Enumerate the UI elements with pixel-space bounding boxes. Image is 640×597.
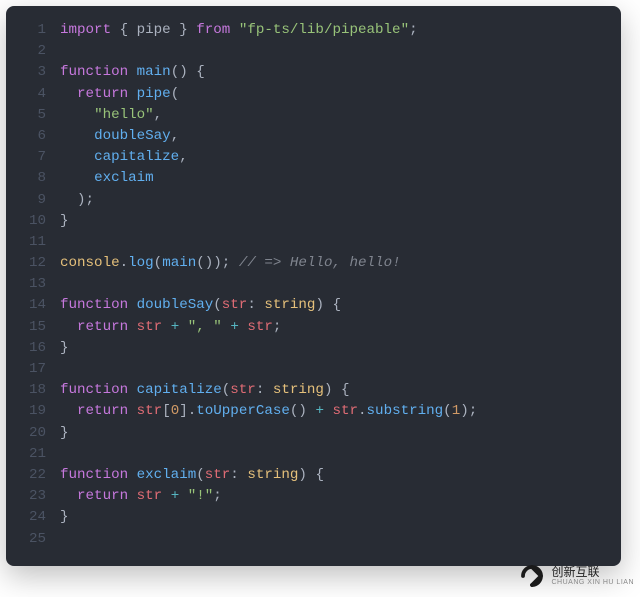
line-number: 9	[6, 190, 60, 211]
code-content: }	[60, 423, 621, 444]
line-number: 3	[6, 62, 60, 83]
code-line: 3function main() {	[6, 62, 621, 83]
watermark-text: 创新互联 CHUANG XIN HU LIAN	[551, 566, 634, 586]
line-number: 14	[6, 295, 60, 316]
code-line: 23 return str + "!";	[6, 486, 621, 507]
line-number: 13	[6, 274, 60, 295]
line-number: 15	[6, 317, 60, 338]
code-content: exclaim	[60, 168, 621, 189]
code-editor: 1import { pipe } from "fp-ts/lib/pipeabl…	[6, 6, 621, 566]
line-number: 4	[6, 84, 60, 105]
code-content: return str + "!";	[60, 486, 621, 507]
code-line: 6 doubleSay,	[6, 126, 621, 147]
line-number: 19	[6, 401, 60, 422]
code-content: capitalize,	[60, 147, 621, 168]
code-content: function main() {	[60, 62, 621, 83]
code-content: );	[60, 190, 621, 211]
code-content: return pipe(	[60, 84, 621, 105]
code-line: 22function exclaim(str: string) {	[6, 465, 621, 486]
line-number: 20	[6, 423, 60, 444]
code-line: 1import { pipe } from "fp-ts/lib/pipeabl…	[6, 20, 621, 41]
code-content: console.log(main()); // => Hello, hello!	[60, 253, 621, 274]
code-line: 15 return str + ", " + str;	[6, 317, 621, 338]
line-number: 1	[6, 20, 60, 41]
line-number: 6	[6, 126, 60, 147]
code-line: 19 return str[0].toUpperCase() + str.sub…	[6, 401, 621, 422]
code-line: 5 "hello",	[6, 105, 621, 126]
code-content: }	[60, 507, 621, 528]
code-content: "hello",	[60, 105, 621, 126]
line-number: 24	[6, 507, 60, 528]
code-line: 18function capitalize(str: string) {	[6, 380, 621, 401]
code-line: 13	[6, 274, 621, 295]
code-content: return str[0].toUpperCase() + str.substr…	[60, 401, 621, 422]
code-line: 2	[6, 41, 621, 62]
watermark-subtitle: CHUANG XIN HU LIAN	[551, 579, 634, 586]
watermark-title: 创新互联	[551, 566, 634, 579]
code-line: 11	[6, 232, 621, 253]
line-number: 25	[6, 529, 60, 550]
line-number: 12	[6, 253, 60, 274]
code-line: 8 exclaim	[6, 168, 621, 189]
line-number: 8	[6, 168, 60, 189]
code-line: 20}	[6, 423, 621, 444]
code-content: function exclaim(str: string) {	[60, 465, 621, 486]
line-number: 18	[6, 380, 60, 401]
line-number: 22	[6, 465, 60, 486]
code-line: 12console.log(main()); // => Hello, hell…	[6, 253, 621, 274]
line-number: 21	[6, 444, 60, 465]
code-line: 21	[6, 444, 621, 465]
line-number: 16	[6, 338, 60, 359]
code-line: 10}	[6, 211, 621, 232]
code-line: 14function doubleSay(str: string) {	[6, 295, 621, 316]
code-content: return str + ", " + str;	[60, 317, 621, 338]
code-content: import { pipe } from "fp-ts/lib/pipeable…	[60, 20, 621, 41]
code-content: function doubleSay(str: string) {	[60, 295, 621, 316]
code-content: }	[60, 211, 621, 232]
code-line: 16}	[6, 338, 621, 359]
line-number: 11	[6, 232, 60, 253]
code-line: 7 capitalize,	[6, 147, 621, 168]
line-number: 10	[6, 211, 60, 232]
code-content: }	[60, 338, 621, 359]
line-number: 7	[6, 147, 60, 168]
code-content: function capitalize(str: string) {	[60, 380, 621, 401]
code-line: 4 return pipe(	[6, 84, 621, 105]
line-number: 2	[6, 41, 60, 62]
code-line: 17	[6, 359, 621, 380]
code-line: 25	[6, 529, 621, 550]
watermark: 创新互联 CHUANG XIN HU LIAN	[517, 561, 634, 591]
line-number: 17	[6, 359, 60, 380]
line-number: 23	[6, 486, 60, 507]
code-line: 24}	[6, 507, 621, 528]
code-line: 9 );	[6, 190, 621, 211]
code-content: doubleSay,	[60, 126, 621, 147]
line-number: 5	[6, 105, 60, 126]
watermark-logo-icon	[517, 561, 547, 591]
